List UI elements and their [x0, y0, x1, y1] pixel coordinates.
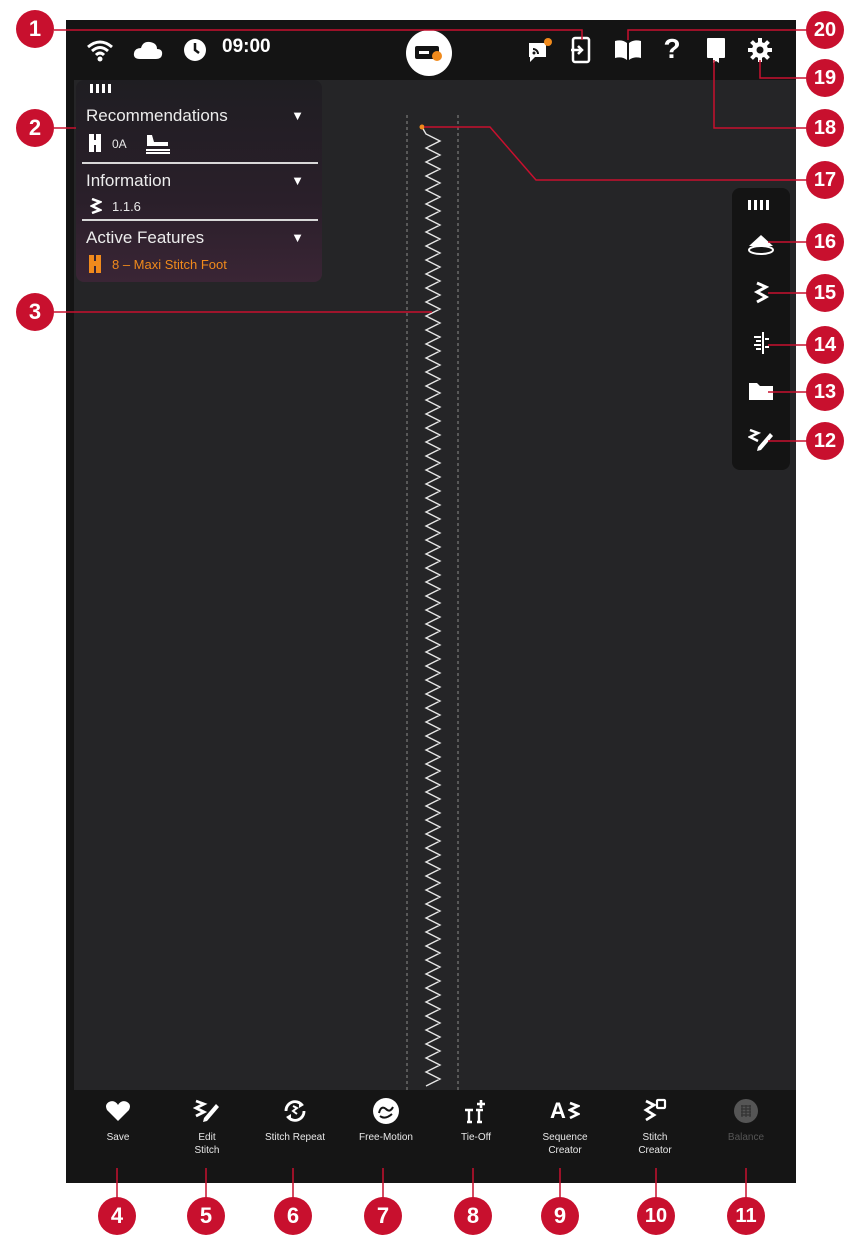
callout-4: 4 — [98, 1197, 136, 1235]
callout-1: 1 — [16, 10, 54, 48]
callout-5: 5 — [187, 1197, 225, 1235]
callout-13: 13 — [806, 373, 844, 411]
callout-9: 9 — [541, 1197, 579, 1235]
callout-7: 7 — [364, 1197, 402, 1235]
callout-16: 16 — [806, 223, 844, 261]
callout-11: 11 — [727, 1197, 765, 1235]
callout-8: 8 — [454, 1197, 492, 1235]
callout-12: 12 — [806, 422, 844, 460]
callout-leader-lines — [54, 29, 814, 1216]
callout-19: 19 — [806, 59, 844, 97]
callout-14: 14 — [806, 326, 844, 364]
callout-17: 17 — [806, 161, 844, 199]
callout-6: 6 — [274, 1197, 312, 1235]
callout-18: 18 — [806, 109, 844, 147]
callout-15: 15 — [806, 274, 844, 312]
callout-10: 10 — [637, 1197, 675, 1235]
callout-2: 2 — [16, 109, 54, 147]
callout-3: 3 — [16, 293, 54, 331]
callout-20: 20 — [806, 11, 844, 49]
